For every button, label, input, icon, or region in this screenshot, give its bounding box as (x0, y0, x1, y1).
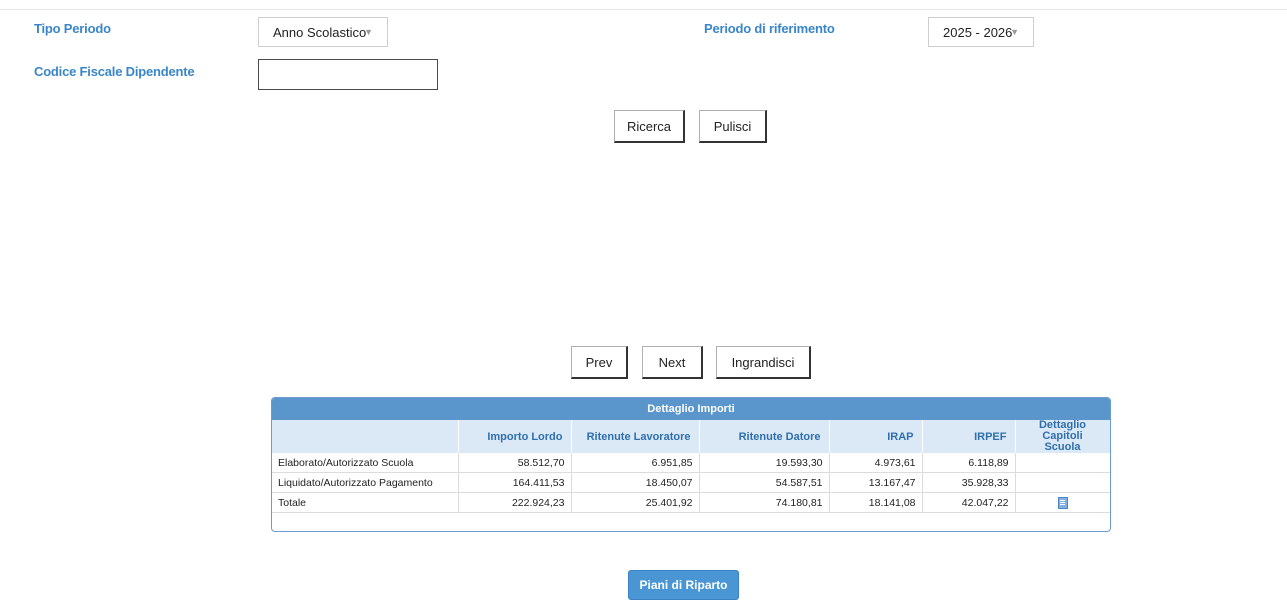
piani-di-riparto-button[interactable]: Piani di Riparto (628, 570, 739, 600)
column-header: IRAP (829, 420, 923, 453)
column-header (272, 420, 459, 453)
cell-irpef: 6.118,89 (922, 453, 1016, 473)
cell-ritenute-lavoratore: 25.401,92 (571, 492, 700, 513)
importi-table: Importo Lordo Ritenute Lavoratore Ritenu… (272, 420, 1110, 513)
tipo-periodo-label: Tipo Periodo (34, 21, 111, 36)
cell-ritenute-datore: 54.587,51 (699, 472, 830, 493)
panel-title: Dettaglio Importi (272, 398, 1110, 420)
pulisci-button[interactable]: Pulisci (699, 110, 767, 143)
cell-importo-lordo: 58.512,70 (458, 453, 572, 473)
cell-irpef: 42.047,22 (922, 492, 1016, 513)
cell-dettaglio (1015, 453, 1110, 473)
row-label: Totale (272, 492, 459, 513)
table-row: Totale 222.924,23 25.401,92 74.180,81 18… (272, 492, 1110, 513)
prev-button[interactable]: Prev (571, 346, 628, 379)
periodo-riferimento-select[interactable]: 2025 - 2026 ▼ (928, 17, 1034, 47)
cell-ritenute-datore: 74.180,81 (699, 492, 830, 513)
column-header: Importo Lordo (458, 420, 572, 453)
cell-importo-lordo: 222.924,23 (458, 492, 572, 513)
periodo-riferimento-value: 2025 - 2026 (943, 24, 1013, 40)
tipo-periodo-value: Anno Scolastico (273, 24, 367, 40)
codice-fiscale-label: Codice Fiscale Dipendente (34, 64, 195, 79)
cell-irpef: 35.928,33 (922, 472, 1016, 493)
column-header: Ritenute Lavoratore (571, 420, 700, 453)
column-header: Dettaglio Capitoli Scuola (1015, 420, 1110, 453)
cell-ritenute-lavoratore: 18.450,07 (571, 472, 700, 493)
chevron-down-icon: ▼ (364, 27, 373, 37)
top-divider (0, 9, 1287, 10)
row-label: Elaborato/Autorizzato Scuola (272, 453, 459, 473)
ingrandisci-button[interactable]: Ingrandisci (716, 346, 811, 379)
table-header-row: Importo Lordo Ritenute Lavoratore Ritenu… (272, 420, 1110, 453)
column-header: Ritenute Datore (699, 420, 830, 453)
cell-importo-lordo: 164.411,53 (458, 472, 572, 493)
cell-dettaglio (1015, 472, 1110, 493)
cell-irap: 4.973,61 (829, 453, 923, 473)
cell-ritenute-datore: 19.593,30 (699, 453, 830, 473)
cell-ritenute-lavoratore: 6.951,85 (571, 453, 700, 473)
tipo-periodo-select[interactable]: Anno Scolastico ▼ (258, 17, 388, 47)
row-label: Liquidato/Autorizzato Pagamento (272, 472, 459, 493)
cell-dettaglio (1015, 492, 1110, 513)
next-button[interactable]: Next (642, 346, 703, 379)
table-row: Elaborato/Autorizzato Scuola 58.512,70 6… (272, 453, 1110, 473)
column-header: IRPEF (922, 420, 1016, 453)
codice-fiscale-input[interactable] (258, 59, 438, 90)
chevron-down-icon: ▼ (1010, 27, 1019, 37)
dettaglio-importi-panel: Dettaglio Importi Importo Lordo Ritenute… (271, 397, 1111, 532)
periodo-riferimento-label: Periodo di riferimento (704, 21, 835, 36)
cell-irap: 18.141,08 (829, 492, 923, 513)
ricerca-button[interactable]: Ricerca (614, 110, 685, 143)
table-row: Liquidato/Autorizzato Pagamento 164.411,… (272, 472, 1110, 493)
cell-irap: 13.167,47 (829, 472, 923, 493)
document-icon[interactable] (1057, 496, 1068, 509)
